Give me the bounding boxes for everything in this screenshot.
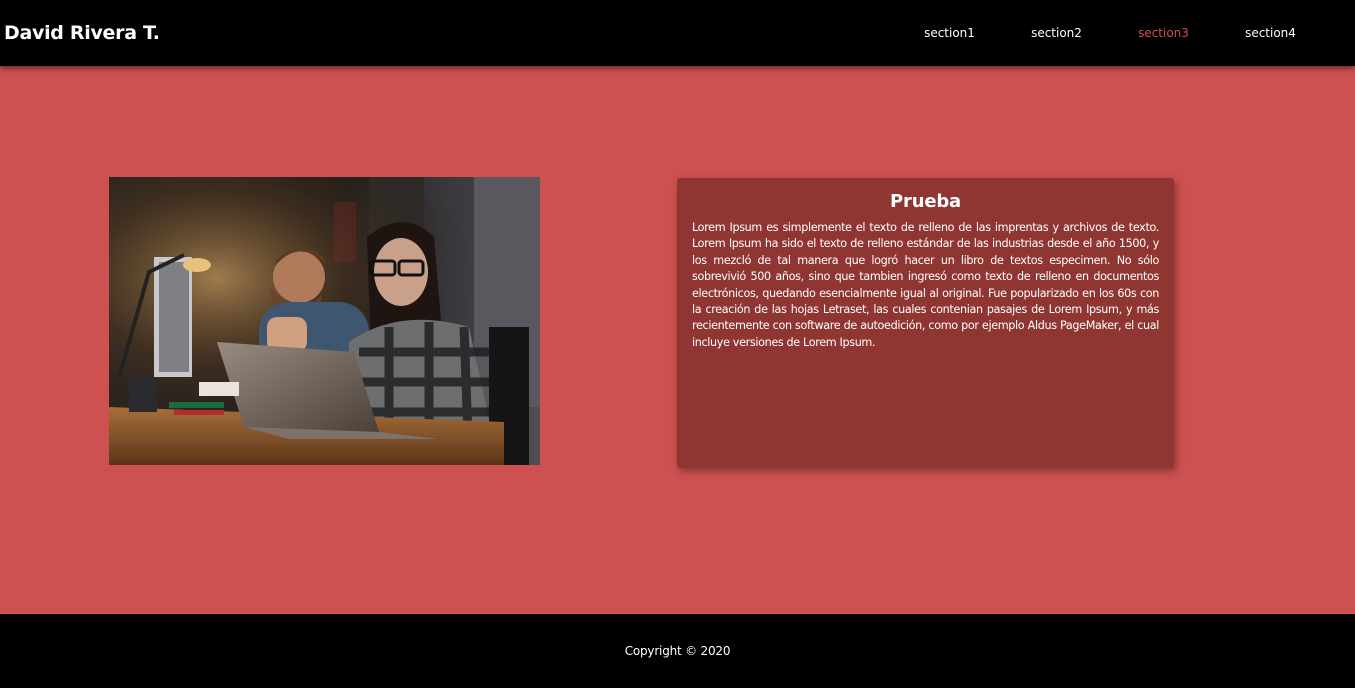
footer: Copyright © 2020 (0, 614, 1355, 688)
nav-link-section4[interactable]: section4 (1217, 26, 1324, 40)
card-body: Lorem Ipsum es simplemente el texto de r… (692, 221, 1159, 349)
nav-link-section3[interactable]: section3 (1110, 26, 1217, 40)
card-title: Prueba (890, 191, 961, 212)
nav-link-section2[interactable]: section2 (1003, 26, 1110, 40)
hero-photo-illustration (109, 177, 540, 465)
navbar: David Rivera T. section1 section2 sectio… (0, 0, 1355, 66)
info-card: Prueba Lorem Ipsum es simplemente el tex… (677, 178, 1174, 468)
nav-menu: section1 section2 section3 section4 (896, 26, 1324, 40)
brand-title[interactable]: David Rivera T. (4, 22, 160, 44)
copyright-text: Copyright © 2020 (624, 644, 731, 658)
hero-photo (109, 177, 540, 465)
nav-link-section1[interactable]: section1 (896, 26, 1003, 40)
main-section: Prueba Lorem Ipsum es simplemente el tex… (0, 66, 1355, 614)
